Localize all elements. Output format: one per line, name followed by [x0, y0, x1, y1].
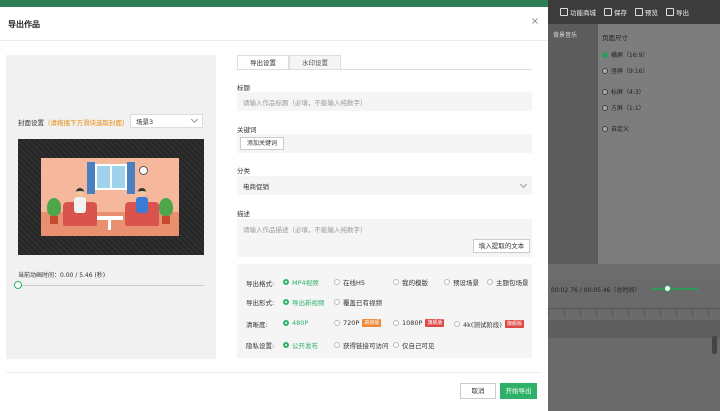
cover-hint: （请拖拽下方滑块选取封面）	[44, 119, 129, 127]
page-size-option[interactable]: 横屏（16:9）	[602, 50, 716, 59]
mode-option-overwrite[interactable]: 覆盖已有视频	[334, 297, 382, 307]
chevron-down-icon	[519, 180, 528, 188]
current-time-label: 当前动画时间：0.00 / 5.46 (秒)	[18, 272, 106, 279]
format-option-preset-scene[interactable]: 预设场景	[444, 277, 479, 287]
title-input[interactable]: 请输入作品标题（必填，不能输入纯数字）	[237, 92, 532, 111]
page-size-panel: 页面尺寸 横屏（16:9） 竖屏（9:16） 标屏（4:3） 方屏（1:1） 自…	[598, 24, 720, 264]
radio-icon	[393, 279, 399, 285]
flagship-badge: 旗舰版	[425, 319, 445, 327]
resolution-option-1080p[interactable]: 1080P 旗舰版	[393, 319, 445, 327]
flagship-badge: 旗舰版	[504, 320, 524, 328]
page-size-option[interactable]: 竖屏（9:16）	[602, 66, 716, 75]
format-option-mp4[interactable]: MP4视频	[283, 277, 319, 287]
category-select[interactable]: 电商促销	[237, 176, 532, 195]
toolbar-save[interactable]: 保存	[604, 7, 627, 17]
category-label: 分类	[237, 167, 250, 175]
app-toolbar: 功能商城 保存 预览 导出	[548, 0, 720, 24]
radio-icon	[283, 320, 289, 326]
extract-text-button[interactable]: 填入提取的文本	[473, 239, 530, 253]
radio-icon	[602, 51, 608, 58]
radio-icon	[393, 320, 399, 326]
background-music-button[interactable]: 背景音乐	[553, 30, 577, 39]
toolbar-preview[interactable]: 预览	[635, 7, 658, 17]
radio-icon	[283, 279, 289, 285]
save-icon	[604, 8, 612, 16]
cover-setting-label: 封面设置（请拖拽下方滑块选取封面）	[18, 119, 129, 127]
mode-label: 导出形式:	[246, 299, 275, 307]
format-option-template[interactable]: 我的模版	[393, 277, 428, 287]
preview-illustration	[41, 158, 179, 236]
divider	[6, 372, 541, 373]
timeline-time: 00:02.76 / 00:05.46（总时间）	[551, 287, 641, 294]
timeline-track[interactable]	[548, 320, 720, 338]
description-label: 描述	[237, 210, 250, 218]
close-icon[interactable]: ×	[530, 17, 540, 27]
dialog-title: 导出作品	[8, 20, 40, 29]
radio-icon	[602, 88, 608, 95]
tab-watermark-settings[interactable]: 水印设置	[289, 55, 341, 70]
resolution-option-480p[interactable]: 480P	[283, 319, 308, 327]
toolbar-export[interactable]: 导出	[666, 7, 689, 17]
timeline-area	[548, 280, 720, 411]
radio-icon	[602, 125, 608, 132]
store-icon	[560, 8, 568, 16]
resolution-label: 清晰度:	[246, 321, 268, 329]
privacy-option-private[interactable]: 仅自己可见	[393, 340, 435, 350]
toolbar-store[interactable]: 功能商城	[560, 7, 596, 17]
tab-export-settings[interactable]: 导出设置	[237, 55, 289, 70]
format-option-h5[interactable]: 在线H5	[334, 277, 365, 287]
privacy-option-public[interactable]: 公开发布	[283, 340, 318, 350]
page-size-title: 页面尺寸	[602, 34, 628, 42]
zoom-slider-knob[interactable]	[664, 285, 671, 292]
radio-icon	[487, 279, 493, 285]
radio-icon	[393, 342, 399, 348]
radio-icon	[334, 279, 340, 285]
tabs-underline	[236, 69, 532, 70]
radio-icon	[444, 279, 450, 285]
radio-icon	[602, 104, 608, 111]
scene-select[interactable]: 场景3	[130, 114, 203, 128]
premium-badge: 高级版	[362, 319, 382, 327]
radio-icon	[283, 342, 289, 348]
page-size-option[interactable]: 自定义	[602, 124, 716, 133]
radio-icon	[334, 320, 340, 326]
page-size-option[interactable]: 方屏（1:1）	[602, 103, 716, 112]
mode-option-new[interactable]: 导出新视频	[283, 297, 325, 307]
format-label: 导出格式:	[246, 280, 275, 288]
start-export-button[interactable]: 开始导出	[500, 383, 537, 399]
radio-icon	[454, 321, 460, 327]
cover-preview	[18, 139, 204, 255]
chevron-down-icon	[190, 115, 199, 124]
page-size-option[interactable]: 标屏（4:3）	[602, 87, 716, 96]
keywords-label: 关键词	[237, 126, 257, 134]
cover-progress-track[interactable]	[18, 285, 204, 286]
radio-icon	[334, 299, 340, 305]
radio-icon	[602, 67, 608, 74]
timeline-ruler	[548, 308, 720, 316]
privacy-label: 隐私设置:	[246, 342, 275, 350]
cancel-button[interactable]: 取消	[460, 383, 496, 399]
radio-icon	[334, 342, 340, 348]
add-keyword-button[interactable]: 添加关键词	[240, 137, 284, 150]
format-option-theme-scene[interactable]: 主题包场景	[487, 277, 529, 287]
cover-progress-handle[interactable]	[14, 281, 22, 289]
timeline-scrollbar[interactable]	[712, 336, 717, 354]
resolution-option-4k[interactable]: 4k(测试阶段) 旗舰版	[454, 319, 524, 329]
zoom-slider[interactable]	[652, 288, 698, 290]
resolution-option-720p[interactable]: 720P 高级版	[334, 319, 382, 327]
radio-icon	[283, 299, 289, 305]
divider	[0, 40, 548, 41]
export-icon	[666, 8, 674, 16]
privacy-option-link[interactable]: 获得链接可访问	[334, 340, 389, 350]
editor-strip	[548, 24, 598, 264]
title-label: 标题	[237, 84, 250, 92]
preview-icon	[635, 8, 643, 16]
